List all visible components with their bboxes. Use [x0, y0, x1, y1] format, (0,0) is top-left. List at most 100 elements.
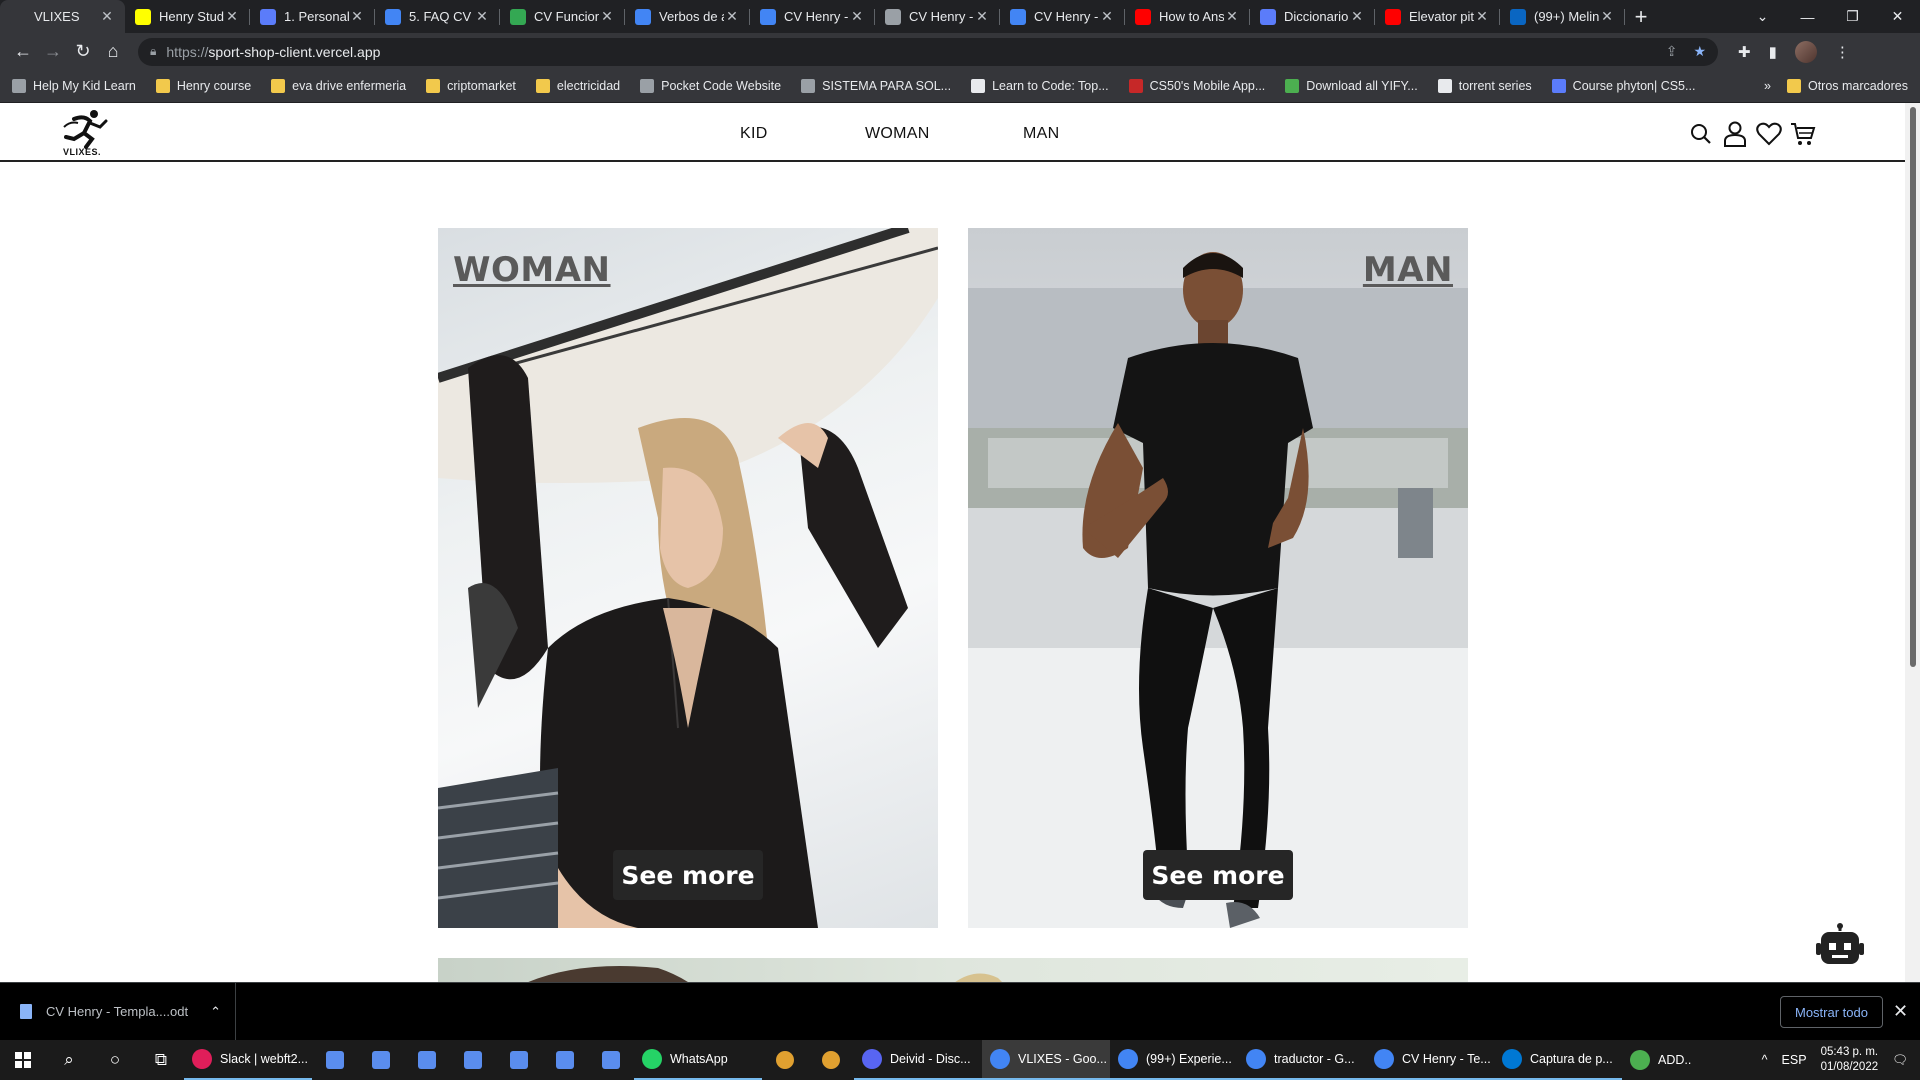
browser-tab[interactable]: Verbos de a ✕	[625, 0, 750, 33]
edge-icon[interactable]	[496, 1040, 542, 1080]
card-title-woman[interactable]: WOMAN	[453, 250, 611, 290]
menu-icon[interactable]: ⋮	[1835, 43, 1850, 61]
close-tab-icon[interactable]: ✕	[849, 8, 865, 25]
browser-tab[interactable]: VLIXES ✕	[0, 0, 125, 33]
taskbar-app[interactable]: Deivid - Disc...	[854, 1040, 982, 1080]
close-tab-icon[interactable]: ✕	[349, 8, 365, 25]
download-item[interactable]: CV Henry - Templa....odt ⌃	[0, 982, 236, 1041]
taskbar-app[interactable]: Slack | webft2...	[184, 1040, 312, 1080]
nav-link-man[interactable]: MAN	[1023, 125, 1059, 143]
bookmark-item[interactable]: Course phyton| CS5...	[1551, 79, 1695, 93]
bookmark-item[interactable]: Download all YIFY...	[1285, 79, 1418, 93]
close-tab-icon[interactable]: ✕	[974, 8, 990, 25]
task-view-icon[interactable]: ⧉	[138, 1040, 184, 1080]
chatbot-icon[interactable]	[1815, 923, 1865, 967]
see-more-button-man[interactable]: See more	[1143, 850, 1293, 900]
vscode-icon[interactable]	[588, 1040, 634, 1080]
browser-tab[interactable]: CV Henry - ✕	[750, 0, 875, 33]
browser-tab[interactable]: CV Henry - ✕	[875, 0, 1000, 33]
taskbar-app[interactable]: CV Henry - Te...	[1366, 1040, 1494, 1080]
language-indicator[interactable]: ESP	[1782, 1053, 1807, 1067]
taskbar-app[interactable]: VLIXES - Goo...	[982, 1040, 1110, 1080]
other-bookmarks-folder[interactable]: Otros marcadores	[1786, 79, 1908, 93]
close-tab-icon[interactable]: ✕	[1099, 8, 1115, 25]
close-download-bar-icon[interactable]: ✕	[1893, 1001, 1908, 1022]
page-scrollbar[interactable]	[1905, 103, 1920, 982]
tab-search-icon[interactable]: ⌄	[1740, 0, 1785, 33]
mail-icon[interactable]	[358, 1040, 404, 1080]
profile-avatar[interactable]	[1794, 40, 1817, 63]
browser-tab[interactable]: Henry Stude✕	[125, 0, 250, 33]
see-more-button-woman[interactable]: See more	[613, 850, 763, 900]
close-tab-icon[interactable]: ✕	[724, 8, 740, 25]
user-icon[interactable]	[1722, 121, 1748, 147]
bookmark-item[interactable]: criptomarket	[426, 79, 516, 93]
address-bar[interactable]: 🔒︎ https:// sport-shop-client.vercel.app…	[138, 37, 1718, 66]
taskbar-app[interactable]: (99+) Experie...	[1110, 1040, 1238, 1080]
windows-start-icon[interactable]	[0, 1040, 46, 1080]
category-card-woman[interactable]: WOMAN See more	[438, 228, 938, 928]
browser-tab[interactable]: 1. Personal ✕	[250, 0, 375, 33]
taskbar-app[interactable]: traductor - G...	[1238, 1040, 1366, 1080]
bookmark-item[interactable]: Learn to Code: Top...	[971, 79, 1109, 93]
browser-tab[interactable]: Diccionario ✕	[1250, 0, 1375, 33]
extensions-icon[interactable]: ✚	[1738, 43, 1751, 61]
nav-link-woman[interactable]: WOMAN	[865, 125, 930, 143]
bookmark-item[interactable]: eva drive enfermeria	[271, 79, 406, 93]
reload-button[interactable]: ↻	[68, 37, 98, 67]
file-explorer-icon[interactable]	[312, 1040, 358, 1080]
search-icon[interactable]	[1688, 121, 1714, 147]
share-icon[interactable]: ⇪	[1666, 43, 1678, 60]
cortana-icon[interactable]: ○	[92, 1040, 138, 1080]
close-tab-icon[interactable]: ✕	[1599, 8, 1615, 25]
nav-link-kid[interactable]: KID	[740, 125, 768, 143]
bookmark-item[interactable]: Pocket Code Website	[640, 79, 781, 93]
close-window-button[interactable]: ✕	[1875, 0, 1920, 33]
chrome-icon[interactable]	[762, 1040, 808, 1080]
close-tab-icon[interactable]: ✕	[599, 8, 615, 25]
heart-icon[interactable]	[1756, 121, 1782, 147]
notifications-icon[interactable]: 🗨︎	[1892, 1053, 1908, 1068]
store-icon[interactable]	[404, 1040, 450, 1080]
show-all-downloads-button[interactable]: Mostrar todo	[1780, 996, 1883, 1028]
cart-icon[interactable]	[1790, 121, 1816, 147]
close-tab-icon[interactable]: ✕	[224, 8, 240, 25]
new-tab-button[interactable]: +	[1625, 0, 1657, 33]
taskbar-app[interactable]: WhatsApp	[634, 1040, 762, 1080]
category-card-next-partial[interactable]	[438, 958, 1468, 982]
close-tab-icon[interactable]: ✕	[1349, 8, 1365, 25]
close-tab-icon[interactable]: ✕	[99, 8, 115, 25]
home-button[interactable]: ⌂	[98, 37, 128, 67]
bookmark-item[interactable]: SISTEMA PARA SOL...	[801, 79, 951, 93]
card-title-man[interactable]: MAN	[1363, 250, 1453, 290]
opera-icon[interactable]	[542, 1040, 588, 1080]
browser-tab[interactable]: 5. FAQ CV - ✕	[375, 0, 500, 33]
category-card-man[interactable]: MAN See more	[968, 228, 1468, 928]
taskbar-app[interactable]: Captura de p...	[1494, 1040, 1622, 1080]
bookmark-item[interactable]: electricidad	[535, 79, 620, 93]
clock[interactable]: 05:43 p. m. 01/08/2022	[1821, 1045, 1879, 1075]
search-icon[interactable]: ⌕	[46, 1040, 92, 1080]
browser-tab[interactable]: (99+) Melin ✕	[1500, 0, 1625, 33]
bookmark-item[interactable]: CS50's Mobile App...	[1128, 79, 1265, 93]
back-button[interactable]: ←	[8, 37, 38, 67]
side-panel-icon[interactable]: ▮	[1769, 43, 1777, 61]
bookmark-item[interactable]: torrent series	[1437, 79, 1532, 93]
taskbar-app[interactable]: ADD...	[1622, 1040, 1692, 1080]
android-studio-icon[interactable]	[450, 1040, 496, 1080]
browser-tab[interactable]: Elevator pit ✕	[1375, 0, 1500, 33]
browser-tab[interactable]: CV Funcion ✕	[500, 0, 625, 33]
chevron-up-icon[interactable]: ⌃	[210, 1004, 221, 1020]
close-tab-icon[interactable]: ✕	[474, 8, 490, 25]
scrollbar-thumb[interactable]	[1910, 107, 1916, 667]
minimize-button[interactable]: —	[1785, 0, 1830, 33]
forward-button[interactable]: →	[38, 37, 68, 67]
close-tab-icon[interactable]: ✕	[1224, 8, 1240, 25]
notes-icon[interactable]	[808, 1040, 854, 1080]
bookmark-item[interactable]: Help My Kid Learn	[12, 79, 136, 93]
close-tab-icon[interactable]: ✕	[1474, 8, 1490, 25]
chevron-up-icon[interactable]: ^	[1762, 1053, 1768, 1067]
browser-tab[interactable]: How to Ans ✕	[1125, 0, 1250, 33]
browser-tab[interactable]: CV Henry - ✕	[1000, 0, 1125, 33]
restore-button[interactable]: ❐	[1830, 0, 1875, 33]
